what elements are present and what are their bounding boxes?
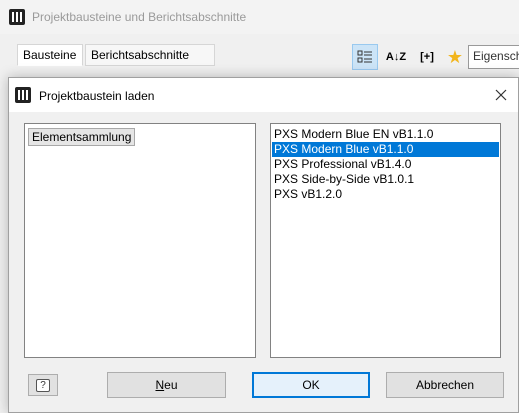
list-item[interactable]: PXS Professional vB1.4.0 xyxy=(272,157,499,172)
tab-berichtsabschnitte[interactable]: Berichtsabschnitte xyxy=(85,44,215,66)
expand-button[interactable]: [+] xyxy=(414,44,440,70)
help-icon: ? xyxy=(36,378,50,392)
list-item[interactable]: PXS vB1.2.0 xyxy=(272,187,499,202)
cancel-button[interactable]: Abbrechen xyxy=(386,372,504,398)
load-project-module-dialog: Projektbaustein laden Elementsammlung PX… xyxy=(8,77,519,413)
category-tree[interactable]: Elementsammlung xyxy=(24,123,256,358)
module-list[interactable]: PXS Modern Blue EN vB1.1.0 PXS Modern Bl… xyxy=(270,123,501,358)
background-window-title: Projektbausteine und Berichtsabschnitte xyxy=(32,10,247,24)
categorized-view-button[interactable] xyxy=(352,44,378,70)
list-item-selected[interactable]: PXS Modern Blue vB1.1.0 xyxy=(272,142,499,157)
ok-button[interactable]: OK xyxy=(252,372,370,398)
dialog-titlebar: Projektbaustein laden xyxy=(9,78,518,112)
dialog-app-logo-icon xyxy=(15,87,31,103)
close-icon xyxy=(495,89,507,101)
dialog-title: Projektbaustein laden xyxy=(39,89,155,103)
list-item[interactable]: PXS Side-by-Side vB1.0.1 xyxy=(272,172,499,187)
tree-item-elementsammlung[interactable]: Elementsammlung xyxy=(28,128,136,146)
close-button[interactable] xyxy=(490,84,512,106)
background-titlebar: Projektbausteine und Berichtsabschnitte xyxy=(0,0,519,34)
new-button-label: Neu xyxy=(155,378,178,392)
cancel-button-label: Abbrechen xyxy=(415,378,475,392)
star-icon: ★ xyxy=(446,46,464,67)
sort-alphabetical-button[interactable]: A↓Z xyxy=(383,44,409,70)
new-button[interactable]: Neu xyxy=(107,372,226,398)
tab-bausteine[interactable]: Bausteine xyxy=(17,44,83,66)
app-logo-icon xyxy=(9,9,25,25)
sort-az-icon: A↓Z xyxy=(385,51,407,63)
ok-button-label: OK xyxy=(302,378,320,392)
properties-search-input[interactable]: Eigenscha xyxy=(468,45,519,69)
list-item[interactable]: PXS Modern Blue EN vB1.1.0 xyxy=(272,127,499,142)
help-button[interactable]: ? xyxy=(28,374,58,396)
categorized-list-icon xyxy=(357,50,372,63)
favorites-button[interactable]: ★ xyxy=(442,44,468,70)
expand-bracket-icon: [+] xyxy=(420,51,434,63)
